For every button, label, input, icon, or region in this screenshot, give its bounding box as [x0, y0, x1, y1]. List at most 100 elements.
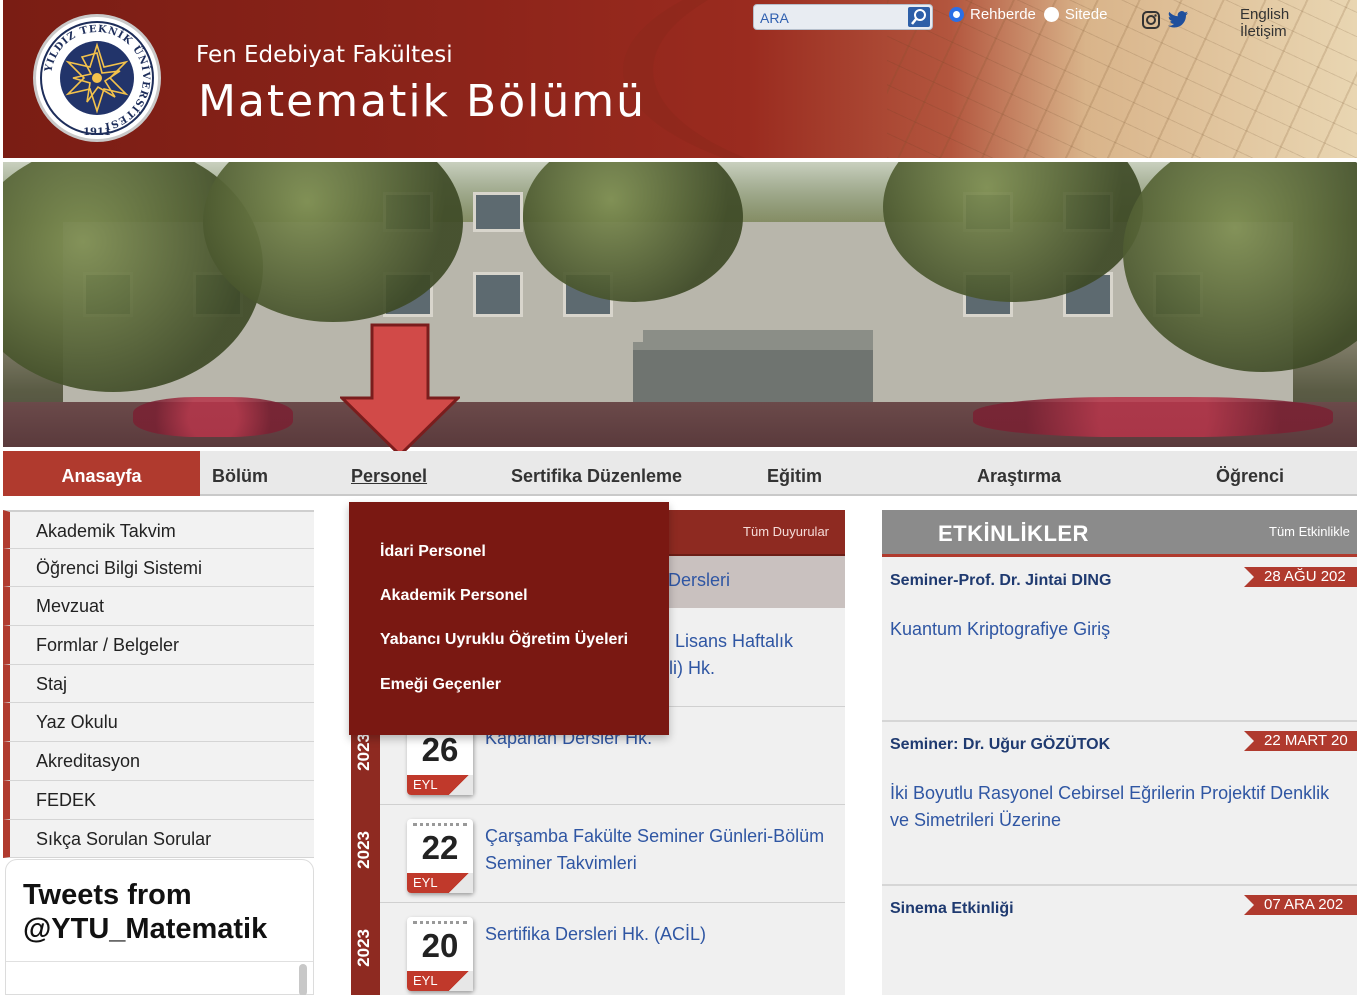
announcement-year: 2023 [354, 831, 373, 869]
calendar-month: EYL [407, 873, 473, 893]
banner-flowers [973, 397, 1333, 437]
event-description[interactable]: İki Boyutlu Rasyonel Cebirsel Eğrilerin … [890, 780, 1330, 834]
calendar-month: EYL [407, 971, 473, 991]
nav-bolum[interactable]: Bölüm [212, 451, 268, 496]
nav-label: Öğrenci [1216, 466, 1285, 486]
radio-rehberde-label[interactable]: Rehberde [970, 6, 1036, 23]
event-title[interactable]: Seminer-Prof. Dr. Jintai DING [890, 572, 1111, 590]
announcement-year: 2023 [354, 733, 373, 771]
search-button[interactable] [908, 7, 930, 27]
calendar-month: EYL [407, 775, 473, 795]
down-arrow-annotation [340, 323, 460, 458]
tweets-scrollbar[interactable] [299, 964, 307, 995]
calendar-icon: 20 EYL [407, 917, 473, 991]
announcement-title: Çarşamba Fakülte Seminer Günleri-Bölüm S… [485, 826, 825, 873]
radio-sitede[interactable] [1043, 7, 1059, 22]
campus-banner-image [3, 162, 1357, 447]
nav-sertifika[interactable]: Sertifika Düzenleme [511, 451, 682, 496]
calendar-rings [413, 823, 467, 826]
calendar-day: 26 [421, 731, 459, 768]
main-nav: Anasayfa Bölüm Personel Sertifika Düzenl… [3, 451, 1357, 496]
nav-ogrenci[interactable]: Öğrenci [1216, 451, 1284, 496]
tweets-title-line1: Tweets from [23, 879, 192, 911]
announcement-year: 2023 [354, 929, 373, 967]
sidebar-item-staj[interactable]: Staj [3, 664, 314, 704]
announcement-partial-line: li) Hk. [669, 658, 715, 678]
event-date-badge: 28 AĞU 202 [1244, 567, 1357, 587]
event-date-badge: 07 ARA 202 [1244, 895, 1357, 915]
page: YILDIZ TEKNİK ÜNİVERSİTESİ 1911 Fen Edeb… [0, 0, 1357, 995]
nav-egitim[interactable]: Eğitim [767, 451, 822, 496]
sidebar-item-obs[interactable]: Öğrenci Bilgi Sistemi [3, 548, 314, 588]
nav-label: Anasayfa [61, 466, 142, 486]
announcement-item[interactable]: 2023 20 EYL Sertifika Dersleri Hk. (ACİL… [354, 903, 845, 995]
radio-rehberde[interactable] [949, 7, 964, 22]
twitter-icon[interactable] [1167, 10, 1189, 30]
event-item[interactable]: Sinema Etkinliği 07 ARA 202 [882, 886, 1357, 995]
nav-label: Araştırma [977, 466, 1062, 486]
logo-star-icon: YILDIZ TEKNİK ÜNİVERSİTESİ [40, 21, 154, 135]
contact-link[interactable]: İletişim [1240, 23, 1287, 40]
menu-item-idari-personel[interactable]: İdari Personel [380, 543, 486, 561]
event-description[interactable]: Kuantum Kriptografiye Giriş [890, 616, 1330, 643]
nav-arastirma[interactable]: Araştırma [977, 451, 1061, 496]
event-title[interactable]: Sinema Etkinliği [890, 900, 1014, 918]
calendar-day: 22 [421, 829, 459, 866]
sidebar-item-yaz-okulu[interactable]: Yaz Okulu [3, 703, 314, 743]
menu-item-emegi-gecenler[interactable]: Emeği Geçenler [380, 676, 501, 694]
personel-dropdown-menu: İdari Personel Akademik Personel Yabancı… [349, 502, 669, 735]
nav-anasayfa[interactable]: Anasayfa [3, 451, 200, 496]
calendar-day: 20 [421, 927, 459, 964]
sidebar-item-akreditasyon[interactable]: Akreditasyon [3, 742, 314, 781]
all-announcements-link[interactable]: Tüm Duyurular [743, 524, 829, 539]
banner-flowers [133, 397, 293, 437]
calendar-icon: 22 EYL [407, 819, 473, 893]
sidebar-item-formlar[interactable]: Formlar / Belgeler [3, 626, 314, 665]
university-logo[interactable]: YILDIZ TEKNİK ÜNİVERSİTESİ 1911 [33, 14, 161, 142]
tweets-title-line2: @YTU_Matematik [23, 913, 268, 945]
nav-label: Eğitim [767, 466, 823, 486]
announcement-item[interactable]: 2023 22 EYL Çarşamba Fakülte Seminer Gün… [354, 805, 845, 903]
social-links [1141, 10, 1189, 30]
announcement-partial-title: Dersleri [668, 570, 731, 590]
top-links: English İletişim [1240, 6, 1357, 40]
all-events-link[interactable]: Tüm Etkinlikle [1269, 524, 1350, 539]
event-item[interactable]: Seminer: Dr. Uğur GÖZÜTOK 22 MART 20 İki… [882, 722, 1357, 886]
sidebar-item-fedek[interactable]: FEDEK [3, 780, 314, 820]
events-header: ETKİNLİKLER Tüm Etkinlikle [882, 510, 1357, 557]
banner-window [473, 192, 523, 232]
quick-links-sidebar: Akademik Takvim Öğrenci Bilgi Sistemi Me… [3, 510, 314, 859]
events-panel: ETKİNLİKLER Tüm Etkinlikle Seminer-Prof.… [882, 510, 1357, 995]
nav-label: Bölüm [212, 466, 268, 486]
english-link[interactable]: English [1240, 6, 1289, 23]
sidebar-item-mevzuat[interactable]: Mevzuat [3, 587, 314, 627]
site-header: YILDIZ TEKNİK ÜNİVERSİTESİ 1911 Fen Edeb… [3, 0, 1357, 158]
tweets-divider [6, 961, 313, 962]
event-title[interactable]: Seminer: Dr. Uğur GÖZÜTOK [890, 736, 1110, 754]
search-box [753, 4, 933, 30]
instagram-icon[interactable] [1141, 10, 1161, 30]
announcement-partial-line: Lisans Haftalık [675, 631, 794, 651]
nav-label: Sertifika Düzenleme [511, 466, 683, 486]
nav-label: Personel [351, 466, 428, 486]
search-input[interactable] [760, 8, 910, 28]
nav-personel[interactable]: Personel [351, 451, 427, 496]
event-date-badge: 22 MART 20 [1244, 731, 1357, 751]
sidebar-item-sss[interactable]: Sıkça Sorulan Sorular [3, 819, 314, 859]
calendar-rings [413, 921, 467, 924]
logo-year: 1911 [83, 127, 111, 138]
faculty-name[interactable]: Fen Edebiyat Fakültesi [196, 42, 453, 68]
menu-item-yabanci-uyruklu[interactable]: Yabancı Uyruklu Öğretim Üyeleri [380, 631, 628, 649]
twitter-widget: Tweets from @YTU_Matematik [5, 859, 314, 995]
radio-sitede-label[interactable]: Sitede [1065, 6, 1108, 23]
department-name[interactable]: Matematik Bölümü [198, 76, 646, 127]
announcement-title: Sertifika Dersleri Hk. (ACİL) [485, 924, 707, 944]
sidebar-item-akademik-takvim[interactable]: Akademik Takvim [3, 510, 314, 549]
banner-window [473, 272, 523, 317]
announcement-partial-text: Lisans Haftalık li) Hk. [669, 628, 845, 682]
tweets-title[interactable]: Tweets from @YTU_Matematik [23, 878, 267, 946]
event-item[interactable]: Seminer-Prof. Dr. Jintai DING 28 AĞU 202… [882, 560, 1357, 722]
menu-item-akademik-personel[interactable]: Akademik Personel [380, 587, 528, 605]
search-icon [911, 9, 926, 25]
events-title: ETKİNLİKLER [938, 521, 1089, 546]
